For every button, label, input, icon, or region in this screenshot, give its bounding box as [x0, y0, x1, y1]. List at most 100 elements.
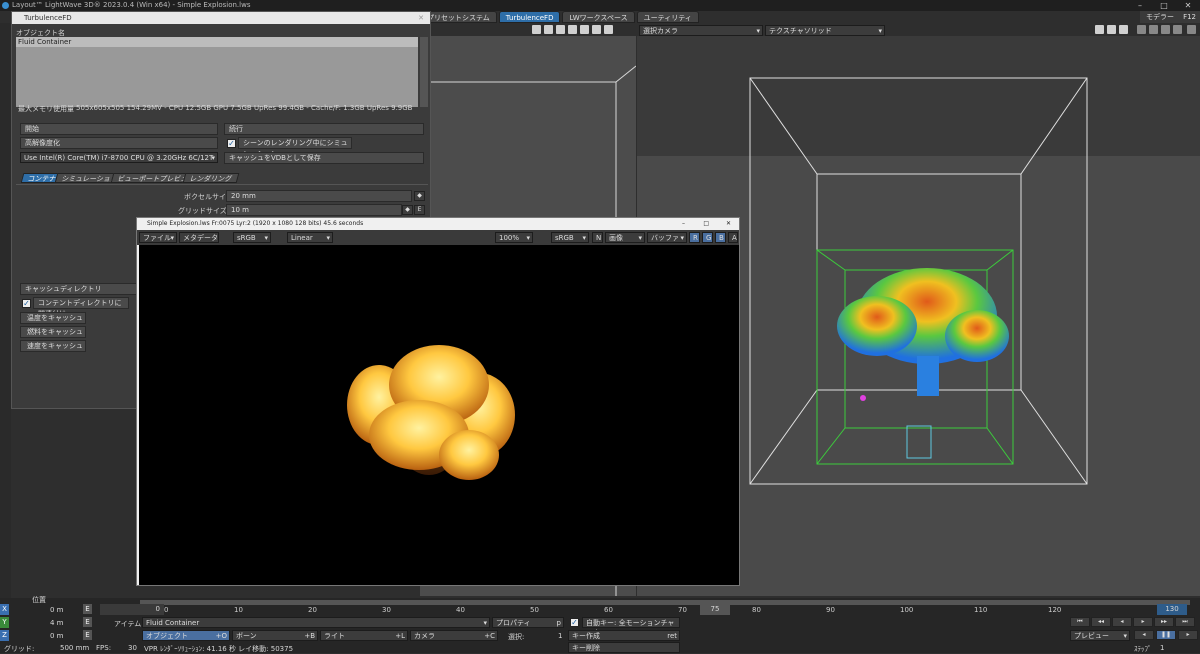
timeline-track[interactable]	[140, 600, 1190, 605]
object-list-item[interactable]: Fluid Container	[16, 37, 418, 47]
fit-icon[interactable]	[1173, 25, 1182, 34]
camera-mode-button[interactable]: カメラ +C	[410, 630, 498, 641]
move-icon[interactable]	[1137, 25, 1146, 34]
autokey-select[interactable]: 自動キー: 全モーションチャンネル	[582, 617, 680, 637]
n-button[interactable]: N	[592, 232, 603, 243]
linear-select[interactable]: Linear ▾	[287, 232, 333, 243]
link-content-checkbox[interactable]: ✓	[22, 299, 31, 308]
end-frame-field[interactable]: 130	[1157, 604, 1187, 615]
link-content-label: コンテントディレクトリに関連付け	[33, 297, 129, 318]
fit-icon[interactable]	[604, 25, 613, 34]
pause-icon[interactable]: ❚❚	[1156, 630, 1176, 640]
object-mode-label: オブジェクト	[146, 632, 188, 640]
play-reverse-icon[interactable]: ◂	[1134, 630, 1154, 640]
zoom-icon[interactable]	[592, 25, 601, 34]
channel-b-button[interactable]: B	[715, 232, 726, 243]
shading-select[interactable]: テクスチャソリッド ▾	[765, 25, 885, 36]
gear-icon[interactable]	[544, 25, 553, 34]
continue-button[interactable]: 続行	[224, 123, 424, 135]
device-select[interactable]: Use Intel(R) Core(TM) i7-8700 CPU @ 3.20…	[20, 152, 218, 163]
prev-key-icon[interactable]: ◂◂	[1091, 617, 1111, 627]
tick-60: 60	[604, 606, 613, 614]
camera-select[interactable]: 選択カメラ ▾	[639, 25, 763, 36]
gear-icon[interactable]	[1107, 25, 1116, 34]
move-icon[interactable]	[568, 25, 577, 34]
current-frame[interactable]: 75	[700, 604, 730, 615]
maximize-viewport-icon[interactable]	[1187, 25, 1196, 34]
sim-during-render-checkbox[interactable]: ✓	[227, 139, 236, 148]
start-frame-field[interactable]: 0	[100, 604, 164, 615]
next-key-icon[interactable]: ▸▸	[1154, 617, 1174, 627]
display-space-select[interactable]: sRGB ▾	[551, 232, 589, 243]
metadata-menu[interactable]: メタデータ	[179, 232, 219, 243]
render-close-icon[interactable]: ✕	[726, 218, 731, 230]
tab-utility[interactable]: ユーティリティ	[636, 11, 699, 23]
channel-r-button[interactable]: R	[689, 232, 700, 243]
z-value[interactable]: 0 m	[50, 632, 64, 640]
save-vdb-button[interactable]: キャッシュをVDBとして保存	[224, 152, 424, 164]
object-list-scrollbar[interactable]	[420, 37, 428, 107]
object-mode-button[interactable]: オブジェクト +O	[142, 630, 230, 641]
tfd-close-icon[interactable]: ✕	[418, 12, 424, 24]
y-value[interactable]: 4 m	[50, 619, 64, 627]
maximize-icon[interactable]: □	[1152, 0, 1176, 11]
light-mode-button[interactable]: ライト +L	[320, 630, 408, 641]
channel-a-button[interactable]: A	[728, 232, 738, 243]
preview-label: プレビュー	[1074, 632, 1109, 640]
colorspace-select[interactable]: sRGB ▾	[233, 232, 271, 243]
modeler-button[interactable]: モデラー F12	[1140, 11, 1200, 23]
uprez-button[interactable]: 高解像度化	[20, 137, 218, 149]
close-icon[interactable]: ✕	[1176, 0, 1200, 11]
export-icon[interactable]	[1119, 25, 1128, 34]
bone-mode-button[interactable]: ボーン +B	[232, 630, 318, 641]
voxel-envelope-icon[interactable]: ◆	[414, 191, 425, 201]
object-list[interactable]: Fluid Container	[16, 37, 418, 107]
tab-preset-system[interactable]: プリセットシステム	[420, 11, 497, 23]
properties-button[interactable]: プロパティ p	[492, 617, 564, 628]
render-minimize-icon[interactable]: –	[682, 218, 685, 230]
next-frame-icon[interactable]: ▸	[1133, 617, 1153, 627]
export-icon[interactable]	[556, 25, 565, 34]
x-axis-label: X	[0, 604, 9, 615]
item-select[interactable]: Fluid Container ▾	[142, 617, 490, 628]
file-menu[interactable]: ファイル ▾	[139, 232, 177, 243]
channel-g-button[interactable]: G	[702, 232, 713, 243]
grid-size-x-field[interactable]: 10 m	[226, 204, 402, 216]
grid-envelope-icon[interactable]: ◆	[402, 205, 413, 215]
y-position-row: Y 4 m E	[0, 617, 96, 628]
step-value[interactable]: 1	[1160, 644, 1164, 652]
image-select[interactable]: 画像 ▾	[605, 232, 645, 243]
autokey-checkbox[interactable]: ✓	[570, 618, 579, 627]
create-key-button[interactable]: キー作成 ret	[568, 630, 680, 641]
voxel-size-field[interactable]: 20 mm	[226, 190, 412, 202]
delete-key-button[interactable]: キー削除	[568, 642, 680, 653]
rotate-icon[interactable]	[1149, 25, 1158, 34]
x-value[interactable]: 0 m	[50, 606, 64, 614]
minimize-icon[interactable]: –	[1128, 0, 1152, 11]
prev-frame-icon[interactable]: ◂	[1112, 617, 1132, 627]
goto-end-icon[interactable]: ⏭	[1175, 617, 1195, 627]
rotate-icon[interactable]	[580, 25, 589, 34]
y-e-button[interactable]: E	[83, 617, 92, 627]
z-e-button[interactable]: E	[83, 630, 92, 640]
zoom-select[interactable]: 100% ▾	[495, 232, 533, 243]
grid-e-icon[interactable]: E	[414, 205, 425, 215]
render-maximize-icon[interactable]: □	[703, 218, 709, 230]
x-e-button[interactable]: E	[83, 604, 92, 614]
cache-temp-button[interactable]: 温度をキャッシュ	[20, 312, 86, 324]
cache-directory-button[interactable]: キャッシュディレクトリ	[20, 283, 140, 295]
memory-value: 505x605x505 154.29MV - CPU 12.5GB GPU 7.…	[76, 104, 413, 112]
tab-turbulencefd[interactable]: TurbulenceFD	[498, 11, 561, 23]
goto-start-icon[interactable]: ⏮	[1070, 617, 1090, 627]
play-icon[interactable]: ▸	[1178, 630, 1198, 640]
camera-view-icon[interactable]	[532, 25, 541, 34]
preview-select[interactable]: プレビュー ▾	[1070, 630, 1130, 641]
buffer-select[interactable]: バッファ ▾	[647, 232, 687, 243]
camera-view-icon[interactable]	[1095, 25, 1104, 34]
start-button[interactable]: 開始	[20, 123, 218, 135]
subtab-rendering[interactable]: レンダリング	[182, 173, 240, 183]
tab-lw-workspace[interactable]: LWワークスペース	[562, 11, 635, 23]
cache-velocity-button[interactable]: 速度をキャッシュ	[20, 340, 86, 352]
zoom-icon[interactable]	[1161, 25, 1170, 34]
cache-fuel-button[interactable]: 燃料をキャッシュ	[20, 326, 86, 338]
